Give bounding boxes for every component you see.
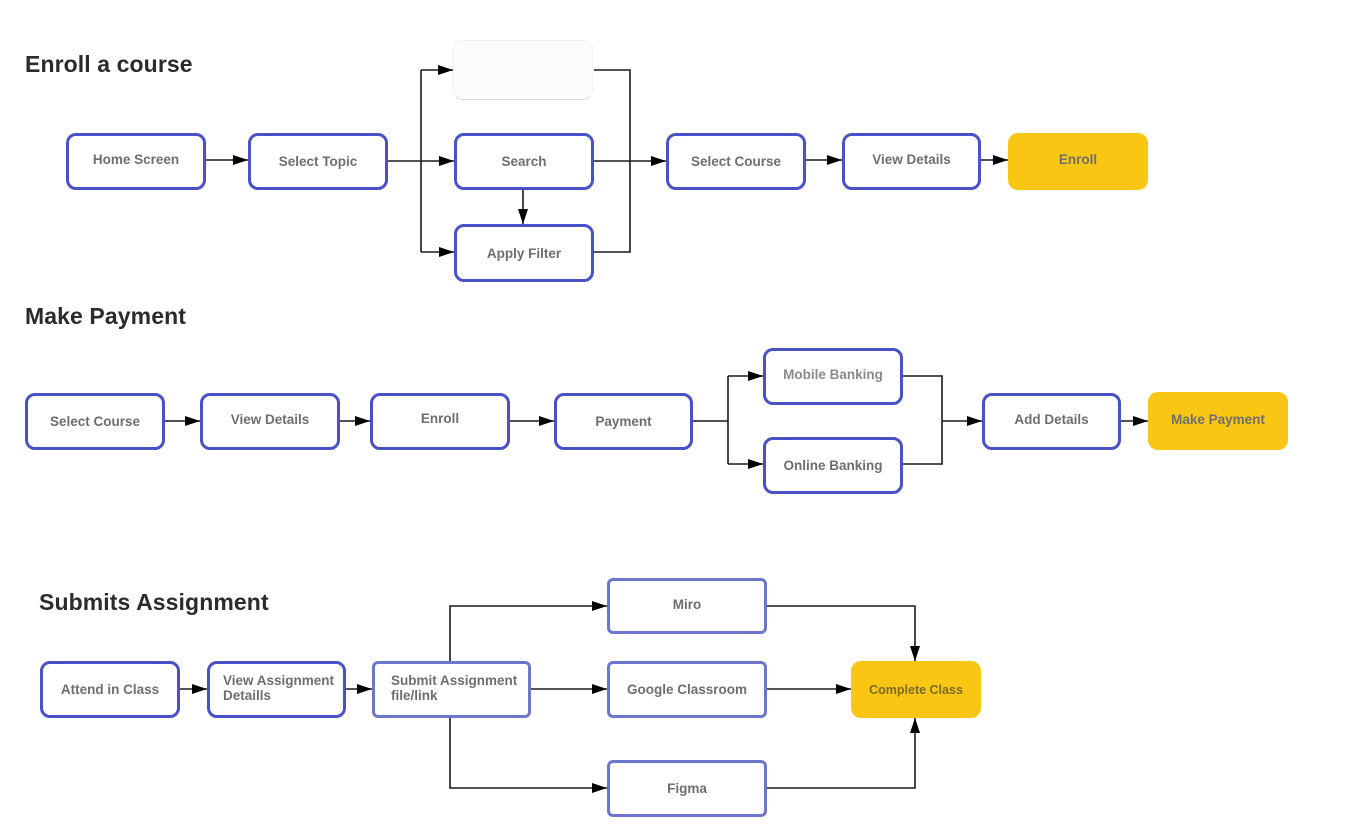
node-view-details[interactable]: View Details (200, 393, 340, 450)
node-figma[interactable]: Figma (607, 760, 767, 817)
node-view-assignment-details[interactable]: View Assignment Detaills (207, 661, 346, 718)
node-label: Payment (595, 414, 652, 429)
node-label: Attend in Class (60, 682, 160, 697)
node-label: View Assignment Detaills (223, 672, 335, 703)
node-search[interactable]: Search (454, 133, 594, 190)
node-label: Enroll (1058, 152, 1098, 167)
node-label: Google Classroom (626, 682, 748, 697)
node-mobile-banking[interactable]: Mobile Banking (763, 348, 903, 405)
node-label: Search (501, 154, 547, 169)
node-make-payment-goal[interactable]: Make Payment (1148, 392, 1288, 450)
node-label: Submit Assignment file/link (391, 672, 518, 703)
node-attend-class[interactable]: Attend in Class (40, 661, 180, 718)
node-select-course[interactable]: Select Course (25, 393, 165, 450)
node-home-screen[interactable]: Home Screen (66, 133, 206, 190)
node-blank[interactable] (453, 40, 593, 100)
section-title-assignment: Submits Assignment (39, 589, 269, 615)
node-view-details[interactable]: View Details (842, 133, 981, 190)
node-enroll-goal[interactable]: Enroll (1008, 133, 1148, 190)
node-label: Apply Filter (486, 245, 562, 261)
node-label: View Details (230, 412, 310, 427)
node-label: Select Course (49, 414, 141, 429)
edge-payment-branch (693, 376, 729, 464)
node-select-course[interactable]: Select Course (666, 133, 806, 190)
node-label: Select Topic (278, 154, 358, 169)
node-online-banking[interactable]: Online Banking (763, 437, 903, 494)
node-label: Make Payment (1171, 411, 1265, 427)
node-label: Miro (672, 596, 702, 612)
edge-miro-to-complete (767, 605, 920, 661)
node-label: View Details (872, 152, 951, 167)
node-apply-filter[interactable]: Apply Filter (454, 224, 594, 282)
node-google-classroom[interactable]: Google Classroom (607, 661, 767, 718)
edge-banking-merge (903, 375, 943, 465)
node-label: Select Course (690, 154, 782, 169)
node-label: Online Banking (783, 458, 883, 473)
node-label: Home Screen (92, 152, 180, 167)
section-title-payment: Make Payment (25, 303, 186, 329)
node-label: Enroll (420, 411, 460, 426)
node-payment[interactable]: Payment (554, 393, 693, 450)
node-submit-assignment[interactable]: Submit Assignment file/link (372, 661, 531, 718)
node-label: Add Details (1014, 412, 1089, 427)
section-title-enroll: Enroll a course (25, 51, 193, 77)
node-miro[interactable]: Miro (607, 578, 767, 634)
edge-figma-to-complete (767, 718, 920, 789)
edge-submit-to-figma (449, 718, 607, 793)
node-label: Mobile Banking (783, 367, 883, 382)
edge-submit-to-miro (449, 601, 607, 661)
node-label: Figma (667, 781, 707, 796)
node-label: Complete Class (869, 682, 963, 697)
node-enroll[interactable]: Enroll (370, 393, 510, 450)
node-complete-class-goal[interactable]: Complete Class (851, 661, 981, 718)
node-select-topic[interactable]: Select Topic (248, 133, 388, 190)
node-add-details[interactable]: Add Details (982, 393, 1121, 450)
